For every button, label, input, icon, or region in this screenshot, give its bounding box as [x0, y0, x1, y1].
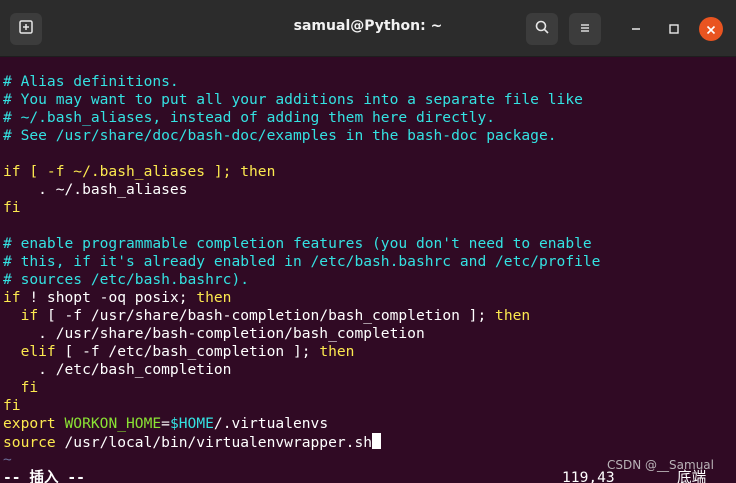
- code-line: fi: [3, 199, 21, 216]
- maximize-icon: [668, 20, 680, 39]
- empty-line-marker: ~: [3, 451, 12, 468]
- code-line: export WORKON_HOME=$HOME/.virtualenvs: [3, 415, 328, 433]
- minimize-button[interactable]: [623, 16, 649, 42]
- menu-button[interactable]: [569, 13, 601, 45]
- code-line: # sources /etc/bash.bashrc).: [3, 271, 250, 288]
- code-keyword: then: [319, 343, 355, 360]
- code-keyword: then: [495, 307, 531, 324]
- search-icon: [534, 19, 550, 39]
- search-button[interactable]: [526, 13, 558, 45]
- maximize-button[interactable]: [661, 16, 687, 42]
- code-line: if [ -f /usr/share/bash-completion/bash_…: [3, 307, 531, 325]
- code-token: /usr/local/bin/virtualenvwrapper.sh: [55, 434, 373, 451]
- terminal-window: samual@Python: ~ # Alias definitions. # …: [0, 0, 736, 483]
- code-keyword: then: [240, 163, 276, 180]
- code-variable: WORKON_HOME: [64, 415, 162, 432]
- terminal-editor-area[interactable]: # Alias definitions. # You may want to p…: [0, 57, 736, 483]
- code-line: if ! shopt -oq posix; then: [3, 289, 231, 307]
- code-token: ! shopt -oq posix;: [20, 289, 197, 306]
- code-token: if [ -f ~/.bash_aliases ];: [3, 163, 241, 180]
- code-line: fi: [3, 379, 39, 396]
- code-line: # this, if it's already enabled in /etc/…: [3, 253, 601, 270]
- code-token: =: [161, 415, 170, 432]
- code-line: # You may want to put all your additions…: [3, 91, 583, 108]
- code-line: # enable programmable completion feature…: [3, 235, 592, 252]
- code-line: # ~/.bash_aliases, instead of adding the…: [3, 109, 496, 126]
- code-keyword: if: [3, 307, 39, 324]
- hamburger-menu-icon: [578, 20, 592, 39]
- code-keyword: elif: [3, 343, 56, 360]
- code-line: . /usr/share/bash-completion/bash_comple…: [3, 325, 425, 342]
- code-keyword: if: [3, 289, 21, 306]
- code-line: . /etc/bash_completion: [3, 361, 232, 378]
- code-variable: $HOME: [169, 415, 214, 432]
- code-line: source /usr/local/bin/virtualenvwrapper.…: [3, 433, 382, 451]
- code-line: if [ -f ~/.bash_aliases ]; then: [3, 163, 275, 181]
- titlebar: samual@Python: ~: [0, 0, 736, 57]
- code-keyword: export: [3, 415, 56, 432]
- text-cursor: [372, 433, 382, 449]
- close-icon: [706, 20, 716, 39]
- code-keyword: then: [196, 289, 232, 306]
- code-keyword: source: [3, 434, 56, 451]
- code-line: # Alias definitions.: [3, 73, 179, 90]
- vim-mode-indicator: -- 插入 --: [3, 469, 85, 483]
- code-token: /.virtualenvs: [213, 415, 329, 432]
- watermark: CSDN @__Samual: [607, 458, 714, 472]
- code-line: elif [ -f /etc/bash_completion ]; then: [3, 343, 355, 361]
- code-line: . ~/.bash_aliases: [3, 181, 188, 198]
- code-token: [ -f /usr/share/bash-completion/bash_com…: [38, 307, 496, 324]
- code-line: # See /usr/share/doc/bash-doc/examples i…: [3, 127, 557, 144]
- code-token: [ -f /etc/bash_completion ];: [55, 343, 320, 360]
- close-button[interactable]: [699, 17, 723, 41]
- minimize-icon: [630, 20, 642, 39]
- code-line: fi: [3, 397, 21, 414]
